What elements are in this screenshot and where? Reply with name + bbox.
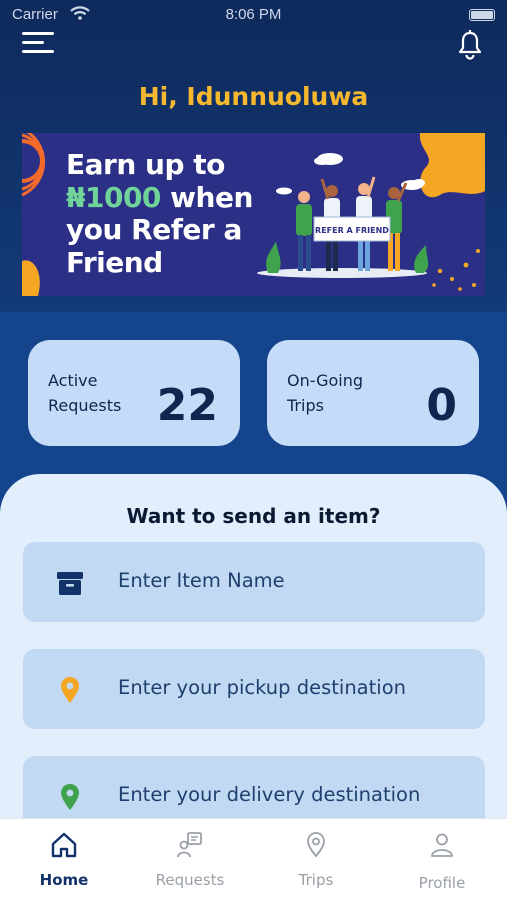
item-name-placeholder: Enter Item Name — [118, 569, 285, 592]
banner-line-2: when — [160, 180, 253, 214]
item-name-field[interactable]: Enter Item Name — [23, 542, 485, 622]
ongoing-trips-label: On-Going Trips — [287, 371, 364, 415]
nav-home[interactable]: Home — [1, 819, 127, 900]
hamburger-menu-icon[interactable] — [22, 30, 54, 58]
active-requests-label: Active Requests — [48, 371, 122, 415]
pickup-pin-icon — [61, 677, 79, 703]
banner-amount: ₦1000 — [66, 180, 161, 214]
send-item-title: Want to send an item? — [126, 504, 381, 528]
requests-icon — [177, 832, 202, 858]
user-icon — [431, 833, 453, 857]
location-pin-icon — [307, 832, 325, 858]
nav-requests-label: Requests — [155, 871, 225, 889]
ongoing-trips-card[interactable]: On-Going Trips 0 — [267, 340, 479, 446]
bell-icon[interactable] — [457, 29, 483, 60]
banner-sign-text: REFER A FRIEND — [315, 226, 389, 235]
pickup-destination-field[interactable]: Enter your pickup destination — [23, 649, 485, 729]
status-time: 8:06 PM — [225, 6, 282, 23]
bottom-navigation: Home Requests Trips Profile — [0, 818, 507, 900]
home-icon — [51, 832, 77, 858]
nav-trips[interactable]: Trips — [253, 819, 379, 900]
ongoing-trips-count: 0 — [426, 380, 457, 431]
referral-banner[interactable]: REFER A FRIEND Earn up to ₦1000 when you… — [22, 133, 485, 296]
delivery-pin-icon — [61, 784, 79, 810]
box-icon — [57, 572, 83, 595]
nav-profile[interactable]: Profile — [379, 819, 505, 900]
banner-line-1: Earn up to — [66, 148, 225, 181]
battery-icon — [469, 9, 495, 21]
status-bar: Carrier 8:06 PM — [0, 4, 507, 26]
pickup-placeholder: Enter your pickup destination — [118, 676, 406, 699]
nav-profile-label: Profile — [418, 874, 466, 892]
nav-home-label: Home — [39, 871, 89, 889]
nav-trips-label: Trips — [298, 871, 334, 889]
active-requests-card[interactable]: Active Requests 22 — [28, 340, 240, 446]
nav-requests[interactable]: Requests — [127, 819, 253, 900]
banner-line-4: Friend — [66, 245, 163, 279]
active-requests-count: 22 — [156, 380, 218, 431]
greeting-title: Hi, Idunnuoluwa — [138, 82, 369, 111]
delivery-placeholder: Enter your delivery destination — [118, 783, 421, 806]
banner-line-3: you Refer a — [66, 213, 242, 246]
banner-headline: Earn up to ₦1000 when you Refer a Friend — [66, 148, 253, 279]
